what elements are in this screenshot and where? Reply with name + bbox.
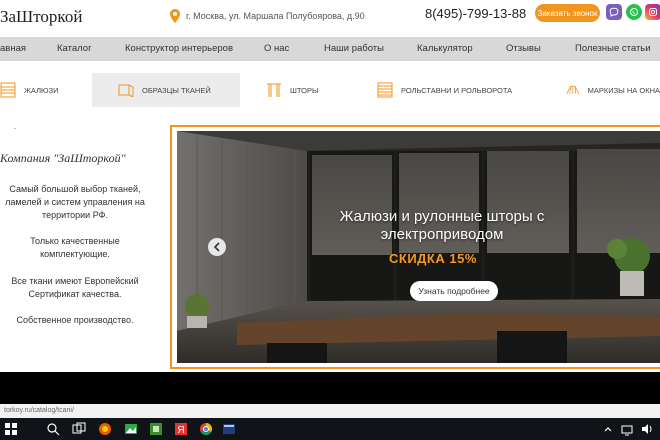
category-label: МАРКИЗЫ НА ОКНА <box>587 85 660 95</box>
nav-item-interior-constructor[interactable]: Конструктор интерьеров <box>125 37 233 61</box>
chrome-icon[interactable] <box>199 422 213 436</box>
category-label: ОБРАЗЦЫ ТКАНЕЙ <box>142 85 211 95</box>
sidebar-line: Сертификат качества. <box>28 289 122 299</box>
category-blinds[interactable]: ЖАЛЮЗИ <box>0 73 90 107</box>
nav-item-calculator[interactable]: Калькулятор <box>417 37 473 61</box>
category-bar: ЖАЛЮЗИ ОБРАЗЦЫ ТКАНЕЙ ШТОРЫ РОЛЬСТАВНИ И… <box>0 73 660 107</box>
green-app-icon[interactable] <box>149 422 163 436</box>
learn-more-button[interactable]: Узнать подробнее <box>410 281 498 301</box>
nav-item-home[interactable]: авная <box>0 37 26 61</box>
yandex-browser-icon[interactable]: Я <box>174 422 188 436</box>
sidebar-paragraph: Все ткани имеют Европейский Сертификат к… <box>0 275 150 301</box>
category-label: РОЛЬСТАВНИ И РОЛЬВОРОТА <box>401 85 513 95</box>
banner-headline: Жалюзи и рулонные шторы с электроприводо… <box>317 208 567 244</box>
chevron-up-icon[interactable] <box>603 422 613 436</box>
whatsapp-icon[interactable] <box>626 4 642 20</box>
discount-badge: СКИДКА 15% <box>389 251 477 266</box>
viber-icon[interactable] <box>606 4 622 20</box>
site-logo[interactable]: ЗаШторкой <box>0 7 82 27</box>
firefox-icon[interactable] <box>98 422 112 436</box>
order-call-button[interactable]: Заказать звонок <box>535 4 600 22</box>
search-icon[interactable] <box>46 422 60 436</box>
phone-number[interactable]: 8(495)-799-13-88 <box>425 6 526 21</box>
main-nav: авная Каталог Конструктор интерьеров О н… <box>0 37 660 61</box>
sidebar-line: Только качественные <box>30 236 120 246</box>
sidebar-paragraph: Только качественные комплектующие. <box>0 235 150 261</box>
shutters-icon <box>377 82 393 98</box>
sidebar-line: ламелей и систем управления на <box>5 197 145 207</box>
company-title: Компания "ЗаШторкой" <box>0 151 126 165</box>
sidebar-paragraph: Собственное производство. <box>0 314 150 327</box>
prev-slide-button[interactable] <box>208 238 226 256</box>
nav-item-our-works[interactable]: Наши работы <box>324 37 384 61</box>
site-header: ЗаШторкой г. Москва, ул. Маршала Полубоя… <box>0 0 660 36</box>
category-awnings[interactable]: МАРКИЗЫ НА ОКНА <box>566 73 660 107</box>
svg-text:Я: Я <box>177 425 184 436</box>
nav-item-about[interactable]: О нас <box>264 37 289 61</box>
instagram-icon[interactable] <box>645 4 660 20</box>
category-label: ЖАЛЮЗИ <box>24 85 59 95</box>
sidebar-line: Все ткани имеют Европейский <box>11 276 139 286</box>
nav-item-articles[interactable]: Полезные статьи <box>575 37 651 61</box>
black-band <box>0 372 660 404</box>
volume-icon[interactable] <box>640 422 654 436</box>
banner-photo <box>177 131 660 363</box>
nav-item-catalog[interactable]: Каталог <box>57 37 92 61</box>
headline-line: Жалюзи и рулонные шторы с <box>339 208 545 225</box>
curtains-icon <box>267 83 281 97</box>
photos-icon[interactable] <box>124 422 138 436</box>
taskbar: Я <box>0 418 660 440</box>
sidebar-line: Собственное производство. <box>16 315 134 325</box>
nav-item-reviews[interactable]: Отзывы <box>506 37 541 61</box>
location-pin-icon <box>170 9 180 23</box>
address: г. Москва, ул. Маршала Полубоярова, д.90 <box>170 7 365 25</box>
category-fabric-samples[interactable]: ОБРАЗЦЫ ТКАНЕЙ <box>92 73 240 107</box>
sidebar-line: Самый большой выбор тканей, <box>9 184 141 194</box>
promo-banner[interactable]: Жалюзи и рулонные шторы с электроприводо… <box>177 131 660 363</box>
category-curtains[interactable]: ШТОРЫ <box>266 73 356 107</box>
browser-status-url: torkoy.ru/catalog/tcani/ <box>0 404 660 418</box>
windows-start-icon[interactable] <box>4 422 18 436</box>
sidebar-line: территории РФ. <box>42 210 108 220</box>
category-label: ШТОРЫ <box>290 85 319 95</box>
awning-icon <box>566 85 580 94</box>
headline-line: электроприводом <box>380 226 504 243</box>
network-icon[interactable] <box>620 422 634 436</box>
category-shutters[interactable]: РОЛЬСТАВНИ И РОЛЬВОРОТА <box>377 73 527 107</box>
taskbar-window-icon[interactable] <box>222 422 236 436</box>
sidebar-paragraph: Самый большой выбор тканей, ламелей и си… <box>0 183 150 222</box>
dot-marker: . <box>14 122 17 131</box>
fabric-samples-icon <box>118 84 134 97</box>
task-view-icon[interactable] <box>72 422 86 436</box>
blinds-icon <box>0 82 16 98</box>
address-text: г. Москва, ул. Маршала Полубоярова, д.90 <box>186 11 365 21</box>
chevron-left-icon <box>213 242 220 252</box>
sidebar-line: комплектующие. <box>40 249 110 259</box>
